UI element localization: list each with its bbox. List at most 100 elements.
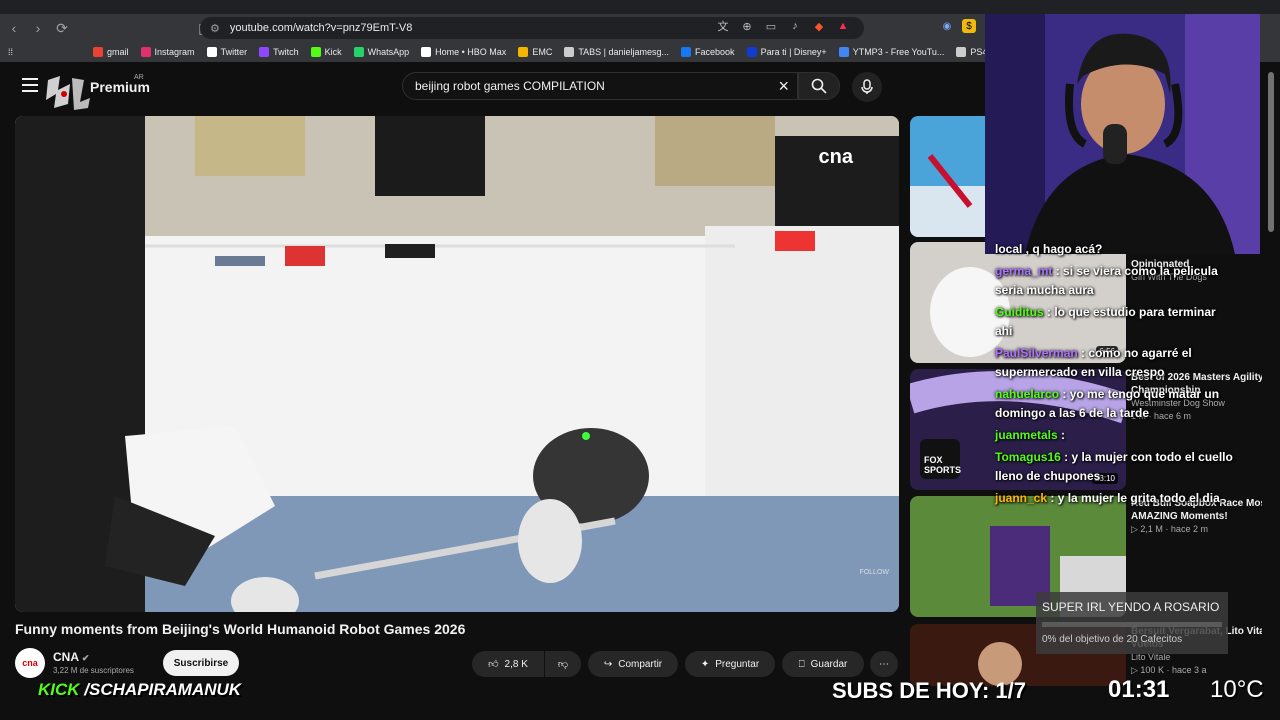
bookmark-item[interactable]: Twitter	[206, 47, 248, 57]
music-icon[interactable]: ♪	[788, 19, 802, 33]
bookmark-label: Facebook	[695, 47, 735, 57]
chat-separator: :	[1057, 428, 1066, 442]
bookmark-label: Instagram	[154, 47, 195, 57]
chat-message: Guiditus : lo que estudio para terminar …	[995, 303, 1235, 341]
kick-handle-text: /SCHAPIRAMANUK	[84, 680, 242, 699]
gmail-icon	[93, 47, 104, 57]
kick-icon	[310, 47, 321, 57]
stream-clock: 01:31	[1108, 676, 1170, 703]
menu-icon[interactable]	[22, 78, 38, 92]
brave-rewards-icon[interactable]: ▲	[836, 19, 850, 33]
goal-progress-bar	[1042, 622, 1222, 627]
video-player[interactable]: cna FOLLOW	[15, 116, 899, 612]
sparkle-icon: ✦	[700, 658, 710, 670]
bookmark-item[interactable]: YTMP3 - Free YouTu...	[838, 47, 945, 57]
donation-goal-widget: SUPER IRL YENDO A ROSARIO 0% del objetiv…	[1036, 592, 1228, 654]
site-info-icon[interactable]: ⚙	[210, 22, 220, 35]
search-button[interactable]	[798, 72, 840, 100]
bookmark-item[interactable]: WhatsApp	[353, 47, 410, 57]
bookmark-item[interactable]: gmail	[93, 47, 129, 57]
subs-today-counter: SUBS DE HOY: 1/7	[832, 678, 1026, 703]
microphone-icon	[861, 79, 873, 94]
temperature: 10°C	[1210, 676, 1264, 703]
subscribe-button[interactable]: Suscribirse	[163, 650, 239, 676]
stream-chat-overlay: local , q hago acá? germa_mt : si se vier…	[995, 240, 1235, 511]
follow-label: FOLLOW	[859, 569, 889, 576]
country-code: AR	[134, 74, 144, 81]
bookmark-label: Twitter	[220, 47, 248, 57]
share-button[interactable]: ↪ Compartir	[588, 651, 678, 677]
tabs-icon	[564, 47, 575, 57]
chat-separator: :	[1077, 346, 1089, 360]
bookmark-item[interactable]: Twitch	[259, 47, 299, 57]
verified-icon: ✔	[81, 653, 90, 663]
chat-username: PaulSilverman	[995, 346, 1078, 360]
bookmark-label: Kick	[324, 47, 342, 57]
video-title: Funny moments from Beijing's World Human…	[15, 621, 466, 637]
chat-username: Guiditus	[995, 305, 1044, 319]
bookmark-item[interactable]: Home • HBO Max	[421, 47, 506, 57]
chat-message: PaulSilverman : como no agarré el superm…	[995, 344, 1235, 382]
bookmark-label: TABS | danieljamesg...	[578, 47, 670, 57]
dislike-button[interactable]: 👎︎	[545, 651, 581, 677]
brave-shield-icon[interactable]: ◆	[812, 19, 826, 33]
bookmark-item[interactable]: Facebook	[681, 47, 735, 57]
chat-text: local , q hago acá?	[995, 242, 1103, 256]
bookmark-item[interactable]: EMC	[518, 47, 552, 57]
like-button[interactable]: 👍︎ 2,8 K	[472, 651, 544, 677]
reload-icon[interactable]: ⟳	[52, 18, 72, 38]
bookmark-label: gmail	[107, 47, 129, 57]
bookmark-label: Home • HBO Max	[435, 47, 507, 57]
apps-icon[interactable]: ⁞⁞	[8, 47, 13, 57]
bookmark-label: Twitch	[273, 47, 299, 57]
cast-icon[interactable]: ▭	[764, 19, 778, 33]
webcam-image	[985, 14, 1260, 254]
back-icon[interactable]: ‹	[4, 18, 24, 38]
bookmark-item[interactable]: TABS | danieljamesg...	[564, 47, 669, 57]
voice-search-button[interactable]	[852, 72, 882, 102]
search-input[interactable]: beijing robot games COMPILATION ×	[402, 72, 798, 100]
facebook-icon	[681, 47, 692, 57]
clear-search-icon[interactable]: ×	[778, 76, 789, 97]
channel-avatar[interactable]: cna	[15, 648, 45, 678]
bookmark-save-icon: ⎕	[798, 658, 805, 670]
fox-sports-badge: FOX SPORTS	[924, 455, 962, 475]
bookmark-label: WhatsApp	[367, 47, 410, 57]
bookmark-item[interactable]: Kick	[310, 47, 342, 57]
wallet-extension-icon[interactable]: $	[962, 19, 976, 33]
bookmark-label: YTMP3 - Free YouTu...	[852, 47, 945, 57]
chat-username: Tomagus16	[995, 450, 1061, 464]
chat-message: Tomagus16 : y la mujer con todo el cuell…	[995, 448, 1235, 486]
subscriber-count: 3,22 M de suscriptores	[53, 666, 134, 675]
youtube-premium-logo[interactable]: Premium	[90, 79, 150, 95]
like-count: 2,8 K	[504, 658, 528, 670]
share-icon: ↪	[603, 658, 613, 670]
chat-message: juann_ck : y la mujer le grita todo el d…	[995, 489, 1235, 508]
chat-text: y la mujer le grita todo el dia	[1057, 491, 1220, 505]
audio-extension-icon[interactable]: ◉	[940, 19, 954, 33]
page-scrollbar[interactable]	[1262, 62, 1280, 686]
chat-message: nahuelarco : yo me tengo que matar un do…	[995, 385, 1235, 423]
forward-icon[interactable]: ›	[28, 18, 48, 38]
bookmark-item[interactable]: Instagram	[140, 47, 195, 57]
chat-separator: :	[1060, 450, 1072, 464]
emc-icon	[518, 47, 529, 57]
bookmark-label: Para ti | Disney+	[760, 47, 827, 57]
channel-name[interactable]: CNA ✔	[53, 650, 89, 664]
globe-icon	[956, 47, 967, 57]
video-frame	[15, 116, 899, 612]
bookmark-item[interactable]: Para ti | Disney+	[746, 47, 827, 57]
chat-separator: :	[1059, 387, 1070, 401]
more-icon: ⋯	[879, 658, 889, 670]
ask-button[interactable]: ✦ Preguntar	[685, 651, 775, 677]
instagram-icon	[140, 47, 151, 57]
kick-prefix: KICK	[38, 680, 80, 699]
more-actions-button[interactable]: ⋯	[870, 651, 898, 677]
chat-username: juann_ck	[995, 491, 1048, 505]
scrollbar-thumb[interactable]	[1268, 72, 1274, 232]
streamer-webcam	[985, 14, 1260, 254]
screen: ‹ › ⟳ ▯ ⚙ youtube.com/watch?v=pnz79EmT-V…	[0, 0, 1280, 720]
save-button[interactable]: ⎕ Guardar	[782, 651, 864, 677]
translate-icon[interactable]: 文	[716, 19, 730, 33]
zoom-icon[interactable]: ⊕	[740, 19, 754, 33]
